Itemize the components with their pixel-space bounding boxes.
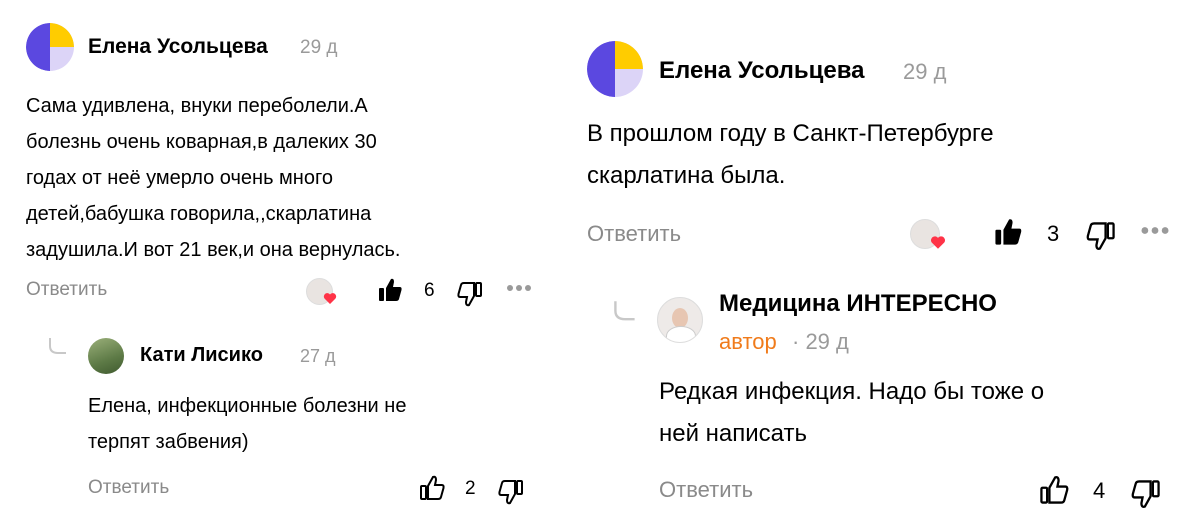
avatar-face	[672, 308, 688, 328]
comment-text: В прошлом году в Санкт-Петербурге скарла…	[587, 113, 994, 197]
reply-branch-icon	[614, 301, 635, 321]
comment-text-line: детей,бабушка говорила,,скарлатина	[26, 203, 372, 225]
comment-text-line: терпят забвения)	[88, 431, 249, 453]
comment-text-line: ней написать	[659, 420, 807, 447]
author-avatar[interactable]	[88, 338, 124, 374]
dislike-icon[interactable]	[497, 478, 525, 506]
like-icon[interactable]	[418, 474, 446, 502]
like-count: 4	[1093, 478, 1106, 503]
comment-time: · 29 д	[792, 329, 849, 354]
more-icon[interactable]	[506, 284, 532, 292]
yandex-avatar-icon	[587, 41, 643, 97]
reply-button[interactable]: Ответить	[26, 279, 107, 301]
comment-text: Сама удивлена, внуки переболели.А болезн…	[26, 88, 401, 268]
dislike-icon[interactable]	[1130, 478, 1162, 510]
like-count: 6	[424, 280, 435, 301]
comment-author[interactable]: Медицина ИНТЕРЕСНО	[719, 290, 997, 318]
author-liked-badge	[306, 278, 338, 306]
dislike-icon[interactable]	[456, 280, 484, 308]
like-count: 3	[1047, 221, 1060, 246]
reply-button[interactable]: Ответить	[587, 221, 681, 247]
reply-button[interactable]: Ответить	[88, 477, 169, 499]
like-icon[interactable]	[1038, 474, 1070, 506]
author-liked-badge	[910, 219, 948, 251]
comment-text-line: Елена, инфекционные болезни не	[88, 395, 407, 417]
more-icon[interactable]	[1140, 226, 1170, 235]
comment-text-line: годах от неё умерло очень много	[26, 167, 333, 189]
comment-time: 29 д	[300, 37, 338, 58]
comment-text-line: Редкая инфекция. Надо бы тоже о	[659, 378, 1045, 405]
comment-text-line: болезнь очень коварная,в далеких 30	[26, 131, 377, 153]
comment-text-line: скарлатина была.	[587, 162, 786, 189]
comment-author[interactable]: Кати Лисико	[140, 344, 263, 367]
like-count: 2	[465, 478, 476, 499]
dislike-icon[interactable]	[1085, 220, 1117, 252]
heart-icon	[930, 236, 946, 249]
comment-text-line: Сама удивлена, внуки переболели.А	[26, 95, 368, 117]
comment-author[interactable]: Елена Усольцева	[88, 35, 268, 59]
heart-icon	[323, 293, 337, 304]
like-icon[interactable]	[992, 216, 1024, 248]
avatar-body	[666, 326, 696, 342]
comment-text: Редкая инфекция. Надо бы тоже о ней напи…	[659, 371, 1044, 455]
comment-text-line: задушила.И вот 21 век,и она вернулась.	[26, 239, 401, 261]
reply-button[interactable]: Ответить	[659, 477, 753, 503]
author-avatar[interactable]	[587, 41, 643, 97]
reply-branch-icon	[49, 338, 66, 354]
comment-time: 27 д	[300, 346, 336, 366]
like-icon[interactable]	[376, 276, 404, 304]
yandex-avatar-icon	[26, 23, 74, 71]
author-badge: автор	[719, 329, 777, 354]
comment-text: Елена, инфекционные болезни не терпят за…	[88, 388, 406, 460]
author-avatar[interactable]	[657, 297, 703, 343]
comment-text-line: В прошлом году в Санкт-Петербурге	[587, 120, 994, 147]
comment-time: 29 д	[903, 59, 947, 84]
author-avatar[interactable]	[26, 23, 74, 71]
comment-author[interactable]: Елена Усольцева	[659, 57, 865, 85]
